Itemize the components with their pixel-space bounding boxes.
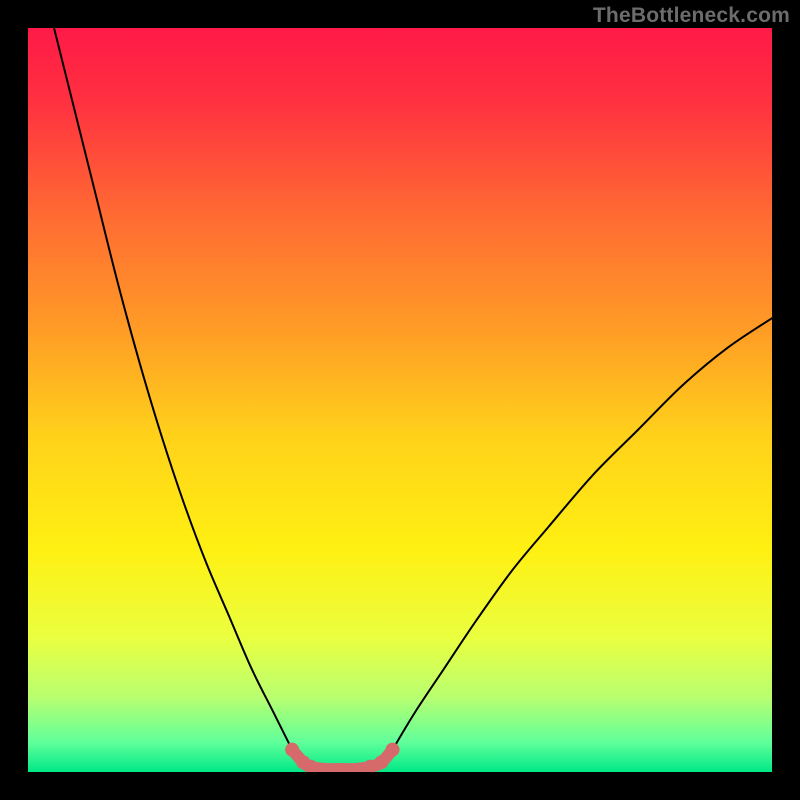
chart-plot-area — [28, 28, 772, 772]
chart-svg — [28, 28, 772, 772]
marker — [285, 743, 299, 757]
chart-frame: TheBottleneck.com — [0, 0, 800, 800]
marker — [386, 743, 400, 757]
attribution-label: TheBottleneck.com — [593, 4, 790, 28]
marker — [374, 755, 388, 769]
chart-background — [28, 28, 772, 772]
